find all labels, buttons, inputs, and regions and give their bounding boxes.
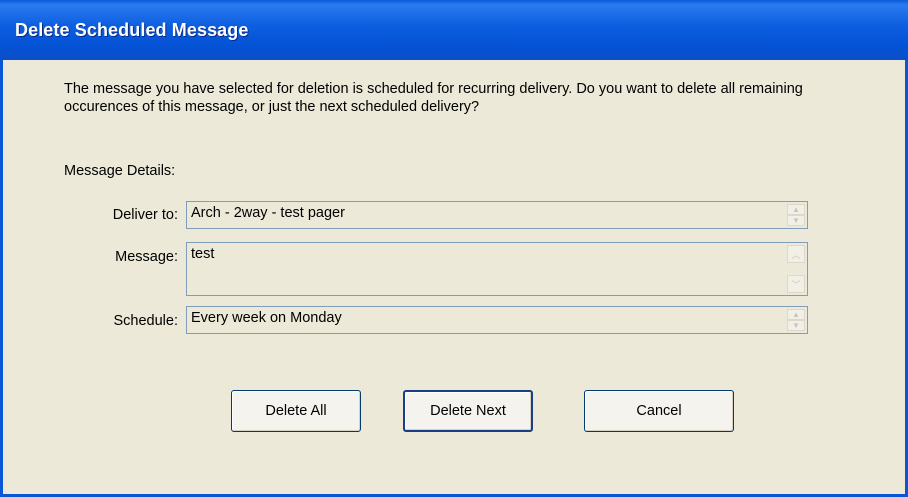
message-label: Message: — [115, 249, 178, 265]
schedule-field[interactable]: Every week on Monday ▲ ▼ — [186, 306, 808, 334]
deliver-to-value: Arch - 2way - test pager — [191, 205, 345, 221]
scroll-down-icon: ﹀ — [787, 275, 805, 293]
schedule-label: Schedule: — [113, 313, 179, 329]
deliver-to-spinner: ▲ ▼ — [787, 204, 805, 226]
delete-next-button[interactable]: Delete Next — [403, 390, 533, 432]
spin-up-icon: ▲ — [787, 204, 805, 215]
schedule-value: Every week on Monday — [191, 310, 342, 326]
cancel-button[interactable]: Cancel — [584, 390, 734, 432]
delete-all-button[interactable]: Delete All — [231, 390, 361, 432]
schedule-spinner: ▲ ▼ — [787, 309, 805, 331]
spin-down-icon: ▼ — [787, 320, 805, 331]
scroll-up-icon: ︿ — [787, 245, 805, 263]
spin-down-icon: ▼ — [787, 215, 805, 226]
deliver-to-field[interactable]: Arch - 2way - test pager ▲ ▼ — [186, 201, 808, 229]
delete-scheduled-message-dialog: Delete Scheduled Message The message you… — [0, 0, 908, 497]
spin-up-icon: ▲ — [787, 309, 805, 320]
message-scrollbar: ︿ ﹀ — [787, 245, 805, 293]
title-bar[interactable]: Delete Scheduled Message — [0, 0, 908, 60]
message-field[interactable]: test ︿ ﹀ — [186, 242, 808, 296]
window-frame-left — [0, 60, 3, 497]
deletion-prompt-text: The message you have selected for deleti… — [64, 81, 803, 115]
window-title: Delete Scheduled Message — [15, 20, 249, 40]
message-value: test — [191, 246, 215, 262]
deliver-to-label: Deliver to: — [112, 207, 178, 223]
message-details-label: Message Details: — [64, 163, 176, 179]
